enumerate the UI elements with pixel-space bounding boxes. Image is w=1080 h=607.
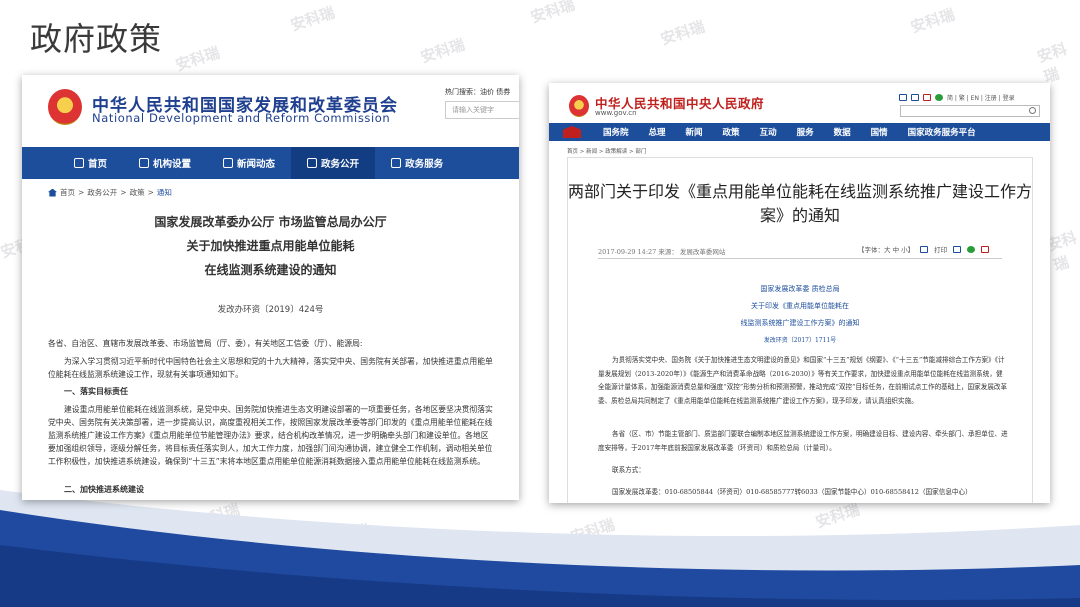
nav-services[interactable]: 服务 bbox=[787, 126, 824, 138]
article-title-line: 在线监测系统建设的通知 bbox=[204, 263, 337, 277]
crumb-link[interactable]: 首页 bbox=[60, 187, 75, 198]
nav-organization[interactable]: 机构设置 bbox=[123, 147, 207, 179]
share-icon[interactable] bbox=[953, 245, 962, 253]
national-emblem-icon bbox=[569, 95, 589, 117]
divider bbox=[598, 258, 1002, 259]
slide-title: 政府政策 bbox=[30, 20, 163, 58]
wechat-icon[interactable] bbox=[935, 94, 943, 101]
nav-state-council[interactable]: 国务院 bbox=[593, 126, 639, 138]
weibo-icon[interactable] bbox=[923, 94, 931, 101]
home-icon bbox=[48, 188, 57, 197]
ndrc-screenshot: 中华人民共和国国家发展和改革委员会 National Development a… bbox=[22, 75, 519, 500]
hot-search: 热门搜索：油价 债券 bbox=[445, 88, 511, 96]
nav-label: 政务公开 bbox=[321, 159, 360, 170]
crumb-current: 通知 bbox=[156, 188, 172, 197]
gov-header: 中华人民共和国中央人民政府 www.gov.cn 简 | 繁 | EN | 注册… bbox=[549, 83, 1050, 121]
watermark: 安科瑞 bbox=[418, 35, 467, 67]
article-title-line: 国家发展改革委办公厅 市场监管总局办公厅 bbox=[154, 215, 387, 229]
crumb-separator: > bbox=[78, 188, 85, 197]
doc-number: 发改环资〔2017〕1711号 bbox=[763, 337, 837, 344]
national-emblem-icon bbox=[48, 89, 82, 125]
article-tools: 【字体：大 中 小】 打印 bbox=[858, 244, 990, 254]
nav-label: 首页 bbox=[88, 159, 108, 170]
doc-title-line: 线监测系统推广建设工作方案》的通知 bbox=[740, 319, 860, 327]
nav-national-info[interactable]: 国情 bbox=[861, 126, 898, 138]
wechat-share-icon[interactable] bbox=[967, 245, 976, 253]
gov-nav: 国务院 总理 新闻 政策 互动 服务 数据 国情 国家政务服务平台 bbox=[549, 123, 1050, 141]
building-icon bbox=[139, 158, 150, 168]
search-input[interactable]: 请输入关键字 bbox=[445, 101, 519, 119]
print-button[interactable]: 打印 bbox=[934, 244, 947, 254]
font-size-tool[interactable]: 【字体：大 中 小】 bbox=[858, 244, 914, 254]
ndrc-nav: 首页 机构设置 新闻动态 政务公开 政务服务 bbox=[22, 147, 519, 179]
search-icon[interactable] bbox=[1029, 107, 1036, 114]
crumb-link[interactable]: 政策 bbox=[130, 187, 145, 198]
gov-url: www.gov.cn bbox=[595, 109, 637, 117]
nav-label: 机构设置 bbox=[153, 159, 192, 170]
watermark: 安科瑞 bbox=[908, 5, 957, 37]
print-icon[interactable] bbox=[920, 245, 929, 253]
addressee: 各省、自治区、直辖市发展改革委、市场监管局（厅、委），有关地区工信委（厅）、能源… bbox=[48, 339, 363, 348]
crumb-link[interactable]: 政务公开 bbox=[87, 187, 117, 198]
contact-label: 联系方式： bbox=[612, 466, 645, 474]
ndrc-header: 中华人民共和国国家发展和改革委员会 National Development a… bbox=[22, 75, 519, 147]
crumb-separator: > bbox=[120, 188, 127, 197]
section-heading: 二、加快推进系统建设 bbox=[64, 485, 144, 494]
contact-info: 国家发展改革委：010-68505844（环资司）010-68585777转60… bbox=[612, 488, 972, 496]
ndrc-name-en: National Development and Reform Commissi… bbox=[92, 111, 391, 125]
article-meta: 2017-09-29 14:27 来源： 发展改革委网站 bbox=[598, 248, 726, 256]
article-panel: 两部门关于印发《重点用能单位能耗在线监测系统推广建设工作方案》的通知 2017-… bbox=[567, 157, 1033, 503]
article-title-line: 关于加快推进重点用能单位能耗 bbox=[186, 239, 355, 253]
breadcrumb: 首页 > 政务公开 > 政策 > 通知 bbox=[48, 187, 172, 198]
news-icon bbox=[223, 158, 234, 168]
mail-icon[interactable] bbox=[899, 94, 907, 101]
open-icon bbox=[307, 158, 318, 168]
watermark: 安科瑞 bbox=[658, 17, 707, 49]
doc-number: 发改办环资〔2019〕424号 bbox=[217, 305, 324, 315]
watermark: 安科瑞 bbox=[173, 43, 222, 75]
section-paragraph: 建设重点用能单位能耗在线监测系统，是党中央、国务院加快推进生态文明建设部署的一项… bbox=[48, 405, 493, 466]
language-login-links[interactable]: 简 | 繁 | EN | 注册 | 登录 bbox=[947, 93, 1015, 102]
nav-data[interactable]: 数据 bbox=[824, 126, 861, 138]
service-icon bbox=[391, 158, 402, 168]
article-title: 两部门关于印发《重点用能单位能耗在线监测系统推广建设工作方案》的通知 bbox=[568, 182, 1033, 225]
nav-label: 政务服务 bbox=[405, 159, 444, 170]
watermark: 安科瑞 bbox=[288, 3, 337, 35]
home-icon bbox=[74, 158, 84, 168]
search-input[interactable] bbox=[900, 105, 1040, 117]
paragraph: 各省（区、市）节能主管部门、质监部门要联合编制本地区监测系统建设工作方案，明确建… bbox=[598, 430, 1008, 452]
nav-news[interactable]: 新闻动态 bbox=[207, 147, 291, 179]
breadcrumb: 首页 > 新闻 > 政策解读 > 部门 bbox=[567, 149, 647, 155]
watermark: 安科瑞 bbox=[528, 0, 577, 27]
doc-title-line: 关于印发《重点用能单位能耗在 bbox=[751, 302, 849, 310]
nav-home[interactable]: 首页 bbox=[22, 147, 123, 179]
nav-open-affairs[interactable]: 政务公开 bbox=[291, 147, 376, 179]
issuer: 国家发展改革委 质检总局 bbox=[760, 285, 840, 293]
nav-news[interactable]: 新闻 bbox=[676, 126, 713, 138]
section-heading: 一、落实目标责任 bbox=[64, 387, 128, 396]
nav-services[interactable]: 政务服务 bbox=[375, 147, 459, 179]
watermark: 安科瑞 bbox=[1035, 39, 1070, 87]
mobile-icon[interactable] bbox=[911, 94, 919, 101]
intro-paragraph: 为深入学习贯彻习近平新时代中国特色社会主义思想和党的十九大精神，落实党中央、国务… bbox=[48, 357, 493, 379]
crumb-separator: > bbox=[147, 188, 154, 197]
nav-service-platform[interactable]: 国家政务服务平台 bbox=[898, 126, 986, 138]
weibo-share-icon[interactable] bbox=[981, 245, 990, 253]
tiananmen-icon bbox=[549, 123, 593, 141]
gov-screenshot: 中华人民共和国中央人民政府 www.gov.cn 简 | 繁 | EN | 注册… bbox=[549, 83, 1050, 503]
nav-interaction[interactable]: 互动 bbox=[750, 126, 787, 138]
nav-policy[interactable]: 政策 bbox=[713, 126, 750, 138]
paragraph: 为贯彻落实党中央、国务院《关于加快推进生态文明建设的意见》和国家“十三五”规划《… bbox=[598, 356, 1008, 405]
nav-label: 新闻动态 bbox=[237, 159, 276, 170]
top-links: 简 | 繁 | EN | 注册 | 登录 bbox=[899, 93, 1015, 102]
nav-premier[interactable]: 总理 bbox=[639, 126, 676, 138]
